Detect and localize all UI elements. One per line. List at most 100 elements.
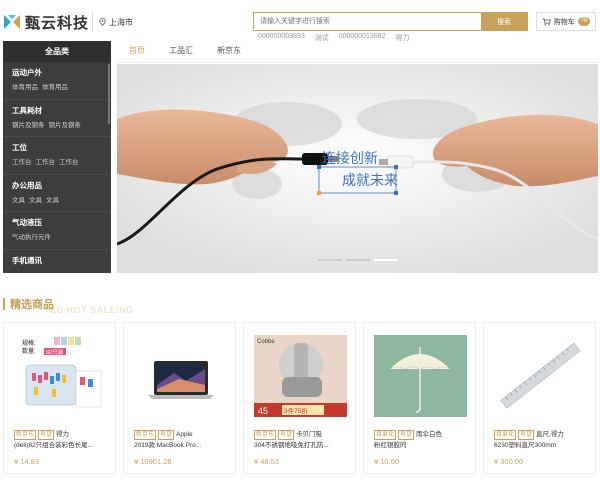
- category-title[interactable]: 办公用品: [12, 180, 102, 192]
- section-heading: 精选商品: [3, 297, 54, 311]
- product-tags: 新京东 有货 卡贝门吸: [254, 429, 350, 440]
- banner-line1: 连接创新: [322, 150, 378, 166]
- subcategory-link[interactable]: 钢片及钢条: [12, 122, 45, 129]
- source-tag: 新京东: [254, 430, 277, 440]
- category-title[interactable]: 工具耗材: [12, 105, 102, 117]
- hotword-link[interactable]: 测试: [315, 33, 329, 43]
- stock-tag: 有货: [518, 430, 535, 440]
- product-name-line2[interactable]: 304不锈钢地吸免打孔防...: [254, 441, 350, 451]
- main-nav: 首页 工品汇 新京东: [117, 40, 253, 62]
- product-price: ¥ 48.53: [254, 457, 280, 466]
- subcategory-link[interactable]: 体育用品: [12, 84, 38, 91]
- stock-tag: 有货: [278, 430, 295, 440]
- hotword-link[interactable]: 得力: [395, 33, 409, 43]
- cart-label: 购物车: [553, 18, 575, 26]
- location-selector[interactable]: 上海市: [92, 12, 133, 32]
- sidebar-category[interactable]: 运动户外 体育用品 体育用品: [3, 62, 111, 100]
- product-image: 规格: 数量: 82只装: [14, 335, 107, 417]
- product-name-line2[interactable]: 2019款 MacBook Pro...: [134, 441, 230, 451]
- image-badge: 82只装: [46, 348, 64, 356]
- hero-banner[interactable]: 连接创新 成就未来: [117, 64, 598, 273]
- subcategory-link[interactable]: 气动执行元件: [12, 234, 51, 241]
- cart-count-badge: 78: [577, 17, 591, 26]
- sidebar-category[interactable]: 手机通讯: [3, 250, 111, 273]
- product-card[interactable]: Cobbe 45 3件75折 新京东 有货 卡贝门吸 304不锈钢地吸免打孔防...…: [243, 322, 356, 474]
- sidebar-category[interactable]: 工具耗材 钢片及钢条 钢片及钢条: [3, 100, 111, 138]
- nav-xinjingdong[interactable]: 新京东: [205, 40, 253, 62]
- product-name-line1: Apple: [176, 431, 193, 438]
- brand-logo[interactable]: 甄云科技: [3, 10, 89, 34]
- product-card[interactable]: 目录化 有货 雨伞白色 粉红银胶的 ¥ 10.00: [363, 322, 476, 474]
- product-price: ¥ 300.00: [494, 457, 524, 466]
- subcategory-link[interactable]: 工作台: [12, 159, 32, 166]
- product-name-line2[interactable]: (deli)82只组合装彩色长尾...: [14, 441, 110, 451]
- subcategory-link[interactable]: 体育用品: [42, 84, 68, 91]
- category-title[interactable]: 工位: [12, 142, 102, 154]
- stock-tag: 有货: [398, 430, 415, 440]
- category-title[interactable]: 运动户外: [12, 67, 102, 79]
- product-tags: 新京东 有货 得力: [14, 429, 110, 440]
- product-card[interactable]: 新京东 有货 Apple 2019款 MacBook Pro... ¥ 10901.…: [123, 322, 236, 474]
- location-label: 上海市: [109, 17, 133, 27]
- sidebar-header[interactable]: 全品类: [3, 41, 111, 62]
- product-name-line1: 直尺,得力: [536, 431, 564, 438]
- subcategory-link[interactable]: 文具: [12, 197, 25, 204]
- image-spec-label: 规格:: [22, 339, 36, 347]
- sidebar-category[interactable]: 办公用品 文具 文具 文具: [3, 175, 111, 213]
- location-pin-icon: [99, 18, 106, 26]
- sidebar-scrollbar[interactable]: [108, 64, 110, 124]
- subcategory-link[interactable]: 工作台: [59, 159, 79, 166]
- cart-icon: [542, 17, 551, 25]
- subcategory-link[interactable]: 文具: [46, 197, 59, 204]
- source-tag: 目录化: [494, 430, 517, 440]
- product-card[interactable]: 目录化 有货 直尺,得力 6230塑料直尺300mm ¥ 300.00: [483, 322, 596, 474]
- carousel-dot[interactable]: [318, 259, 342, 261]
- source-tag: 新京东: [134, 430, 157, 440]
- subcategory-link[interactable]: 文具: [29, 197, 42, 204]
- product-price: ¥ 10.00: [374, 457, 400, 466]
- logo-icon: [4, 15, 20, 29]
- hot-keywords: 000000003893 测试 000000013682 得力: [258, 33, 409, 43]
- search-bar: 搜索: [253, 12, 528, 31]
- carousel-dot[interactable]: [346, 259, 370, 261]
- stock-tag: 有货: [38, 430, 55, 440]
- product-name-line1: 得力: [56, 431, 70, 438]
- search-button[interactable]: 搜索: [481, 13, 527, 30]
- search-input[interactable]: [254, 13, 481, 30]
- category-sidebar: 全品类 运动户外 体育用品 体育用品 工具耗材 钢片及钢条 钢片及钢条 工位 工作台…: [3, 41, 111, 273]
- nav-divider: [117, 62, 598, 63]
- carousel-dots: [318, 259, 398, 261]
- stock-tag: 有货: [158, 430, 175, 440]
- banner-line2: 成就未来: [342, 172, 398, 188]
- category-title[interactable]: 手机通讯: [12, 255, 102, 267]
- section-title: 精选商品: [10, 299, 54, 311]
- image-qty-label: 数量:: [22, 347, 36, 355]
- carousel-dot-active[interactable]: [374, 259, 398, 261]
- subcategory-link[interactable]: 工作台: [36, 159, 56, 166]
- section-accent-bar: [3, 298, 5, 310]
- hotword-link[interactable]: 000000003893: [258, 33, 305, 43]
- sidebar-category[interactable]: 工位 工作台 工作台 工作台: [3, 137, 111, 175]
- product-price: ¥ 10901.28: [134, 457, 172, 466]
- banner-graphic: 连接创新 成就未来: [117, 64, 598, 273]
- image-badge: 3件75折: [284, 406, 308, 415]
- hotword-link[interactable]: 000000013682: [339, 33, 386, 43]
- product-tags: 新京东 有货 Apple: [134, 429, 230, 440]
- category-title[interactable]: 气动液压: [12, 217, 102, 229]
- product-name-line2[interactable]: 粉红银胶的: [374, 441, 470, 451]
- product-name-line1: 雨伞白色: [416, 431, 443, 438]
- product-name-line1: 卡贝门吸: [296, 431, 323, 438]
- brand-name: 甄云科技: [25, 14, 90, 32]
- sidebar-category[interactable]: 气动液压 气动执行元件: [3, 212, 111, 250]
- product-image: [494, 335, 587, 417]
- subcategory-link[interactable]: 钢片及钢条: [49, 122, 82, 129]
- product-image: Cobbe 45 3件75折: [254, 335, 347, 417]
- image-brand: Cobbe: [257, 339, 275, 345]
- product-price: ¥ 14.93: [14, 457, 40, 466]
- nav-gongpinhui[interactable]: 工品汇: [157, 40, 205, 62]
- cart-button[interactable]: 购物车 78: [536, 12, 596, 31]
- source-tag: 新京东: [14, 430, 37, 440]
- nav-home[interactable]: 首页: [117, 40, 157, 62]
- product-name-line2[interactable]: 6230塑料直尺300mm: [494, 441, 590, 451]
- product-card[interactable]: 规格: 数量: 82只装 新京东 有货 得力 (deli)82只组合装彩色长尾...…: [3, 322, 116, 474]
